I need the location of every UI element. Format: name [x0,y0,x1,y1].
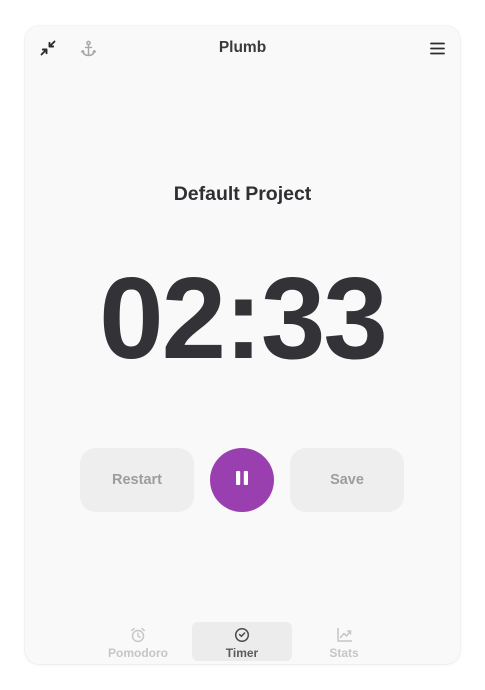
tab-stats[interactable]: Stats [294,622,394,661]
restart-button[interactable]: Restart [80,448,194,512]
hamburger-menu-icon[interactable] [424,35,450,61]
clock-icon [192,627,292,643]
app-title: Plumb [218,39,267,56]
chart-line-icon [294,627,394,643]
alarm-clock-icon [88,627,188,643]
tab-pomodoro[interactable]: Pomodoro [88,622,188,661]
pause-icon [235,470,249,491]
tab-timer[interactable]: Timer [192,622,292,661]
tab-label: Timer [225,646,259,660]
app-window: Plumb Default Project 02:33 Restart Save [25,26,460,664]
timer-display: 02:33 [99,253,388,383]
bottom-tab-bar: Pomodoro Timer Stats [25,620,460,662]
tab-label: Stats [329,646,359,660]
pause-button[interactable] [210,448,274,512]
tab-label: Pomodoro [108,646,168,660]
header-bar: Plumb [25,26,460,70]
save-button[interactable]: Save [290,448,404,512]
project-name[interactable]: Default Project [25,183,460,206]
